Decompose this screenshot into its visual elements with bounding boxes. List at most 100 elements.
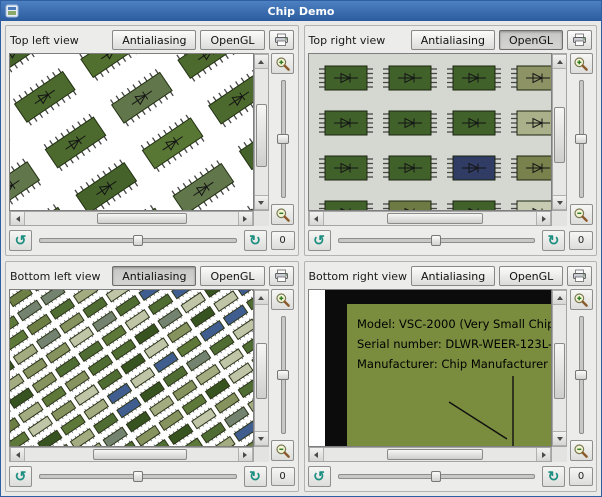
zoom-in-icon bbox=[574, 292, 588, 307]
scroll-down-button[interactable] bbox=[254, 195, 268, 210]
zoom-out-button[interactable] bbox=[271, 204, 294, 225]
rotate-slider[interactable] bbox=[36, 468, 240, 485]
rotate-slider[interactable] bbox=[335, 232, 539, 249]
slider-handle[interactable] bbox=[276, 370, 289, 380]
rotate-left-icon: ↺ bbox=[14, 468, 27, 484]
zoom-out-button[interactable] bbox=[271, 440, 294, 461]
zoom-in-button[interactable] bbox=[271, 289, 294, 310]
scroll-up-button[interactable] bbox=[553, 290, 566, 305]
graphics-view[interactable] bbox=[9, 289, 254, 447]
horizontal-scrollbar[interactable] bbox=[307, 211, 552, 226]
arrow-up-icon bbox=[258, 295, 264, 300]
printer-icon bbox=[573, 269, 587, 282]
scrollbar-handle[interactable] bbox=[387, 449, 483, 460]
rotate-left-button[interactable]: ↺ bbox=[307, 465, 331, 487]
rotate-slider[interactable] bbox=[36, 232, 240, 249]
scroll-right-button[interactable] bbox=[536, 448, 551, 461]
scroll-up-button[interactable] bbox=[254, 290, 268, 305]
slider-handle[interactable] bbox=[132, 234, 143, 246]
antialiasing-button[interactable]: Antialiasing bbox=[411, 266, 496, 286]
scrollbar-corner bbox=[253, 211, 269, 226]
antialiasing-button[interactable]: Antialiasing bbox=[410, 30, 495, 50]
scroll-left-button[interactable] bbox=[308, 448, 324, 461]
reset-button[interactable]: 0 bbox=[270, 466, 295, 486]
scrollbar-handle[interactable] bbox=[93, 449, 187, 460]
zoom-in-button[interactable] bbox=[569, 53, 593, 74]
rotate-right-button[interactable]: ↻ bbox=[542, 465, 565, 487]
opengl-button[interactable]: OpenGL bbox=[499, 266, 564, 286]
zoom-slider[interactable] bbox=[275, 313, 291, 437]
zoom-out-icon bbox=[574, 207, 588, 222]
scroll-down-button[interactable] bbox=[553, 431, 566, 446]
rotate-right-button[interactable]: ↻ bbox=[542, 229, 565, 251]
scrollbar-handle[interactable] bbox=[387, 213, 483, 224]
rotate-left-icon: ↺ bbox=[313, 232, 325, 248]
zoom-in-button[interactable] bbox=[271, 53, 294, 74]
slider-handle[interactable] bbox=[575, 134, 587, 144]
rotate-slider[interactable] bbox=[335, 468, 539, 485]
vertical-scrollbar[interactable] bbox=[253, 289, 269, 447]
print-button[interactable] bbox=[268, 30, 294, 50]
print-button[interactable] bbox=[268, 266, 294, 286]
slider-handle[interactable] bbox=[575, 370, 587, 380]
scroll-left-button[interactable] bbox=[10, 448, 25, 461]
arrow-left-icon bbox=[314, 215, 318, 222]
opengl-button[interactable]: OpenGL bbox=[200, 30, 265, 50]
scroll-up-button[interactable] bbox=[553, 54, 566, 69]
vertical-scrollbar[interactable] bbox=[253, 53, 269, 211]
scroll-up-button[interactable] bbox=[254, 54, 268, 69]
scrollbar-handle[interactable] bbox=[554, 342, 565, 400]
rotate-left-button[interactable]: ↺ bbox=[307, 229, 331, 251]
opengl-button[interactable]: OpenGL bbox=[498, 30, 563, 50]
zoom-slider[interactable] bbox=[573, 77, 589, 201]
zoom-out-button[interactable] bbox=[569, 440, 593, 461]
rotate-right-button[interactable]: ↻ bbox=[243, 465, 267, 487]
scrollbar-handle[interactable] bbox=[255, 104, 267, 168]
zoom-in-button[interactable] bbox=[569, 289, 593, 310]
view-title: Bottom right view bbox=[308, 269, 408, 283]
print-button[interactable] bbox=[567, 266, 593, 286]
scroll-right-button[interactable] bbox=[237, 448, 253, 461]
scroll-right-button[interactable] bbox=[536, 212, 551, 225]
opengl-button[interactable]: OpenGL bbox=[200, 266, 265, 286]
vertical-scrollbar[interactable] bbox=[552, 53, 567, 211]
slider-handle[interactable] bbox=[431, 234, 442, 246]
zoom-in-icon bbox=[275, 292, 290, 307]
horizontal-scrollbar[interactable] bbox=[9, 447, 254, 462]
vertical-scrollbar[interactable] bbox=[552, 289, 567, 447]
slider-handle[interactable] bbox=[132, 470, 143, 482]
zoom-slider[interactable] bbox=[573, 313, 589, 437]
graphics-view[interactable] bbox=[307, 53, 552, 211]
antialiasing-button[interactable]: Antialiasing bbox=[112, 30, 197, 50]
rotate-right-button[interactable]: ↻ bbox=[243, 229, 267, 251]
horizontal-scrollbar[interactable] bbox=[307, 447, 552, 462]
scroll-left-button[interactable] bbox=[10, 212, 25, 225]
scrollbar-handle[interactable] bbox=[255, 342, 267, 400]
rotate-left-button[interactable]: ↺ bbox=[9, 229, 32, 251]
scroll-down-button[interactable] bbox=[254, 431, 268, 446]
print-button[interactable] bbox=[567, 30, 592, 50]
graphics-view[interactable]: Model: VSC-2000 (Very Small Chip) at 9 Se… bbox=[307, 289, 552, 447]
scroll-right-button[interactable] bbox=[237, 212, 253, 225]
scroll-down-button[interactable] bbox=[553, 195, 566, 210]
printer-icon bbox=[573, 33, 586, 46]
reset-button[interactable]: 0 bbox=[569, 466, 593, 486]
scroll-left-button[interactable] bbox=[308, 212, 324, 225]
scrollbar-handle[interactable] bbox=[554, 106, 565, 164]
reset-button[interactable]: 0 bbox=[270, 230, 295, 250]
scrollbar-handle[interactable] bbox=[97, 213, 187, 224]
titlebar[interactable]: Chip Demo bbox=[1, 1, 601, 21]
graphics-view[interactable] bbox=[9, 53, 254, 211]
antialiasing-button[interactable]: Antialiasing bbox=[112, 266, 197, 286]
slider-handle[interactable] bbox=[431, 470, 442, 482]
view-panel-bottom-left: Bottom left view Antialiasing OpenGL ↺ ↻… bbox=[5, 261, 299, 492]
reset-button[interactable]: 0 bbox=[569, 230, 593, 250]
view-title: Bottom left view bbox=[10, 269, 101, 283]
horizontal-scrollbar[interactable] bbox=[9, 211, 254, 226]
slider-handle[interactable] bbox=[276, 134, 289, 144]
arrow-right-icon bbox=[541, 215, 546, 222]
zoom-slider[interactable] bbox=[275, 77, 291, 201]
arrow-down-icon bbox=[556, 200, 563, 205]
rotate-left-button[interactable]: ↺ bbox=[9, 465, 32, 487]
zoom-out-button[interactable] bbox=[569, 204, 593, 225]
